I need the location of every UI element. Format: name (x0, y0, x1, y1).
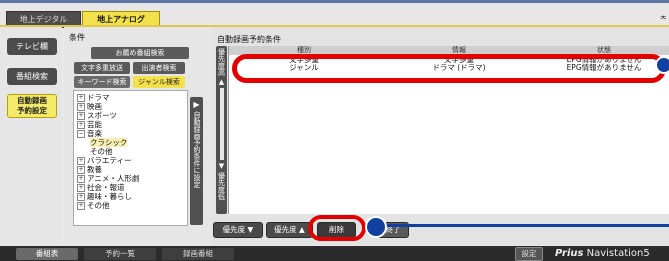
priority-up-button[interactable]: 優先度 ▲ (266, 222, 313, 238)
set-condition-label: 自動録画予約条件に設定 (193, 111, 201, 188)
red-highlight-rows (232, 54, 666, 83)
genre-tree[interactable]: + ドラマ + 映画 + スポーツ + 芸能 − 音楽 クラシック その他 + バラエティー… (73, 90, 188, 226)
tree-item-label: アニメ・人形劇 (87, 174, 140, 183)
auto-record-label-2: 予約設定 (17, 106, 47, 115)
priority-down-button[interactable]: 優先度 ▼ (213, 222, 263, 238)
tree-item[interactable]: + ドラマ (77, 93, 110, 102)
set-auto-record-condition-button[interactable]: ▶ 自動録画予約条件に設定 (190, 97, 203, 225)
callout-dot (655, 56, 669, 74)
conditions-title: 条件 (69, 33, 85, 42)
tree-item-label: その他 (87, 201, 110, 210)
bottom-bar: 番組表 予約一覧 録画番組 設定 Prius Navistation5 (0, 246, 669, 261)
expand-icon[interactable]: + (77, 112, 85, 120)
tree-item-label: その他 (90, 147, 113, 156)
tree-item-label: スポーツ (87, 111, 117, 120)
conditions-panel: 条件 お薦め番組検索 文字多重放送 出演者検索 キーワード検索 ジャンル検索 +… (64, 27, 212, 245)
priority-up-arrow-icon[interactable]: ▲ (216, 78, 227, 86)
tree-item-selected[interactable]: クラシック (90, 138, 128, 147)
tree-item[interactable]: その他 (90, 147, 113, 156)
tree-item-label: 教養 (87, 165, 102, 174)
tv-guide-button[interactable]: テレビ欄 (7, 38, 57, 55)
expand-icon[interactable]: + (77, 103, 85, 111)
tree-item[interactable]: + 芸能 (77, 120, 102, 129)
tree-item[interactable]: + スポーツ (77, 111, 117, 120)
collapse-icon[interactable]: − (77, 130, 85, 138)
tab-reservation-list[interactable]: 予約一覧 (84, 248, 156, 260)
tree-item[interactable]: + 社会・報道 (77, 183, 125, 192)
top-band (0, 0, 669, 3)
tree-item[interactable]: + アニメ・人形劇 (77, 174, 139, 183)
tree-item-label: 社会・報道 (87, 183, 125, 192)
priority-slider-track[interactable] (219, 88, 224, 160)
expand-icon[interactable]: + (77, 184, 85, 192)
tree-item-label: クラシック (90, 138, 128, 147)
tree-item[interactable]: + バラエティー (77, 156, 132, 165)
expand-icon[interactable]: + (77, 193, 85, 201)
tree-item[interactable]: − 音楽 (77, 129, 102, 138)
tree-item-label: 音楽 (87, 129, 102, 138)
expand-icon[interactable]: + (77, 166, 85, 174)
settings-button[interactable]: 設定 (515, 247, 543, 261)
red-highlight-delete (308, 215, 366, 241)
tree-item-label: 趣味・暮らし (87, 192, 132, 201)
tree-item-label: 芸能 (87, 120, 102, 129)
brand-rest: Navistation5 (583, 248, 650, 259)
expand-icon[interactable]: + (77, 175, 85, 183)
auto-record-settings-button[interactable]: 自動録画 予約設定 (7, 94, 57, 118)
callout-line (383, 224, 669, 227)
priority-column: 優先度高 ▲ ▼ 優先度低 (216, 46, 227, 214)
left-nav: テレビ欄 番組検索 自動録画 予約設定 (0, 27, 62, 245)
auto-record-panel: 自動録画予約条件 優先度高 ▲ ▼ 優先度低 種別 情報 状態 文字多重 文字多… (212, 27, 669, 245)
tree-item[interactable]: + 教養 (77, 165, 102, 174)
right-arrow-icon: ▶ (193, 100, 200, 109)
tab-program-table[interactable]: 番組表 (16, 248, 78, 260)
tree-item[interactable]: + 映画 (77, 102, 102, 111)
tree-item[interactable]: + その他 (77, 201, 110, 210)
keyword-search-button[interactable]: キーワード検索 (74, 76, 130, 88)
expand-icon[interactable]: + (77, 202, 85, 210)
multiplex-broadcast-button[interactable]: 文字多重放送 (74, 62, 130, 74)
tab-recorded-programs[interactable]: 録画番組 (162, 248, 234, 260)
priority-down-arrow-icon[interactable]: ▼ (216, 162, 227, 170)
tree-item-label: バラエティー (87, 156, 132, 165)
expand-icon[interactable]: + (77, 157, 85, 165)
tree-item[interactable]: + 趣味・暮らし (77, 192, 132, 201)
priority-low-label: 優先度低 (217, 172, 226, 200)
callout-dot (365, 216, 387, 238)
program-search-button[interactable]: 番組検索 (7, 68, 57, 85)
recommended-search-button[interactable]: お薦め番組検索 (91, 47, 189, 59)
expand-icon[interactable]: + (77, 94, 85, 102)
brand-logo: Prius Navistation5 (555, 247, 650, 261)
top-tab-bar: 地上デジタル 地上アナログ ᄎ (0, 0, 669, 28)
performer-search-button[interactable]: 出演者検索 (133, 62, 185, 74)
tree-item-label: 映画 (87, 102, 102, 111)
top-right-mark: ᄎ (659, 15, 667, 24)
expand-icon[interactable]: + (77, 121, 85, 129)
auto-record-label-1: 自動録画 (17, 96, 47, 105)
tree-item-label: ドラマ (87, 93, 110, 102)
auto-record-title: 自動録画予約条件 (217, 35, 281, 44)
genre-search-button[interactable]: ジャンル検索 (133, 76, 185, 88)
brand-bold: Prius (555, 248, 584, 259)
priority-high-label: 優先度高 (217, 48, 226, 76)
